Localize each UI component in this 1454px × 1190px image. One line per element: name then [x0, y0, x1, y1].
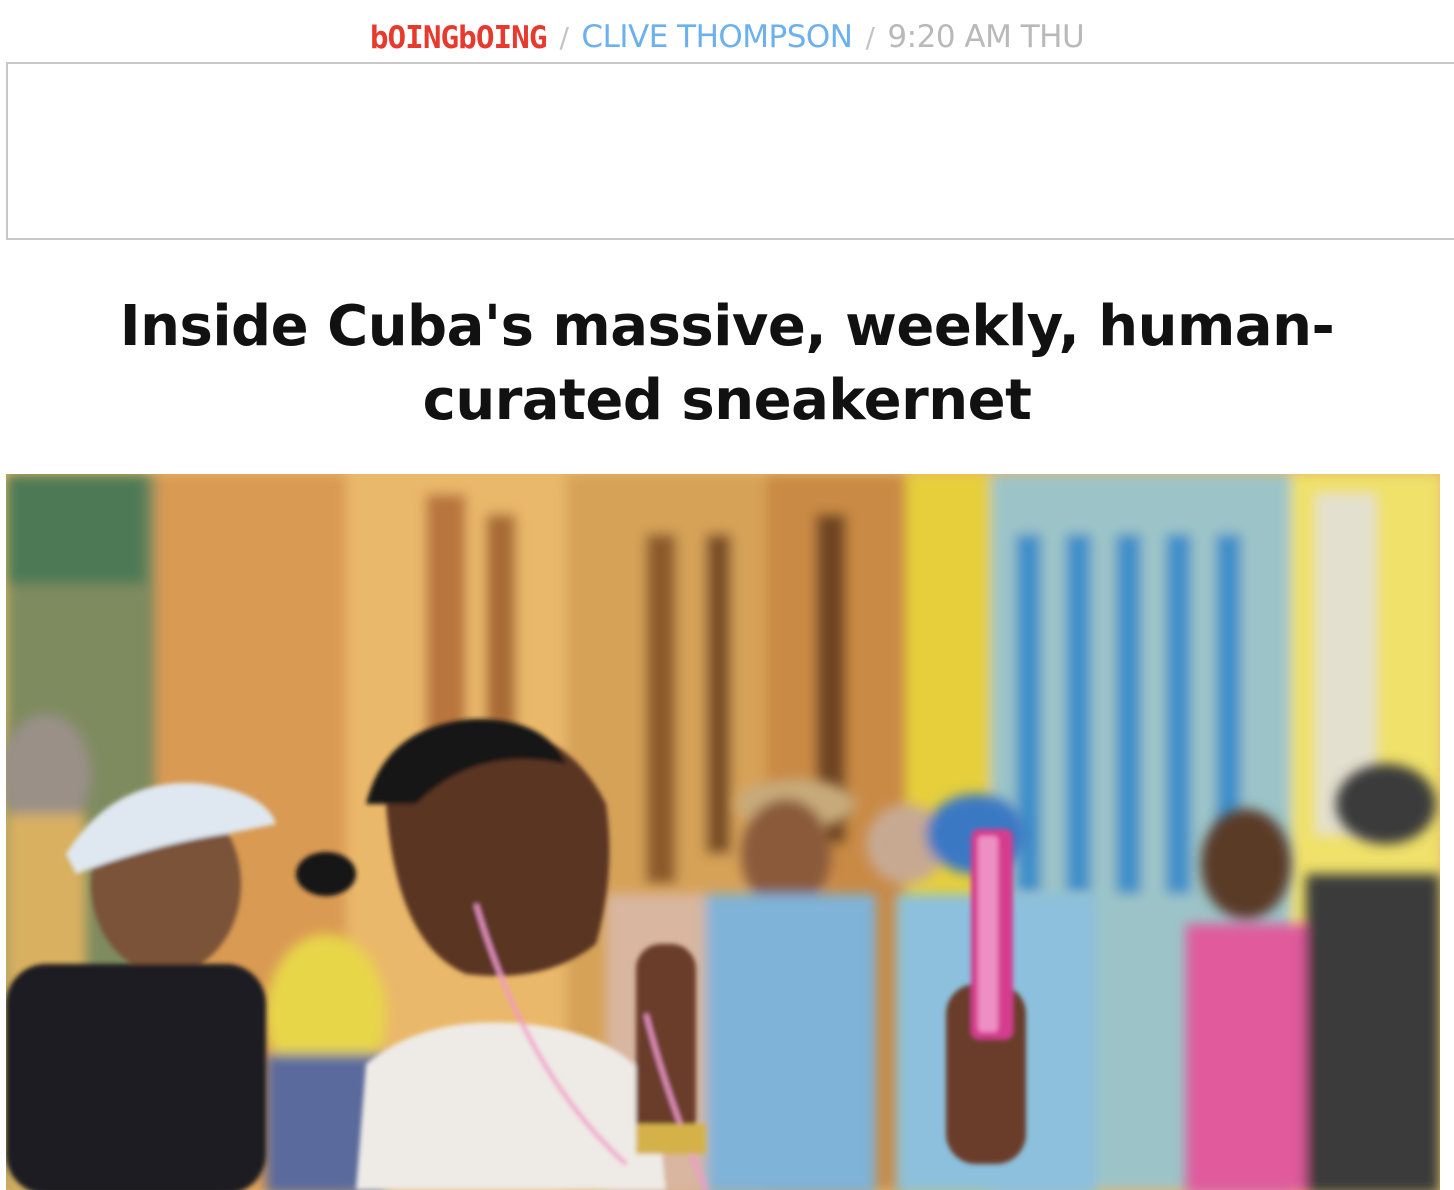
ad-placeholder[interactable] — [6, 62, 1454, 240]
site-header: bOINGbOING / CLIVE THOMPSON / 9:20 AM TH… — [0, 14, 1454, 60]
site-logo[interactable]: bOINGbOING — [370, 19, 548, 56]
hero-image[interactable] — [6, 474, 1440, 1190]
author-link[interactable]: CLIVE THOMPSON — [581, 19, 853, 55]
article-title: Inside Cuba's massive, weekly, human-cur… — [119, 294, 1335, 433]
hero-photo — [6, 474, 1440, 1190]
breadcrumb-separator: / — [559, 20, 569, 54]
breadcrumb-separator: / — [865, 20, 875, 54]
post-timestamp: 9:20 AM THU — [887, 19, 1085, 55]
